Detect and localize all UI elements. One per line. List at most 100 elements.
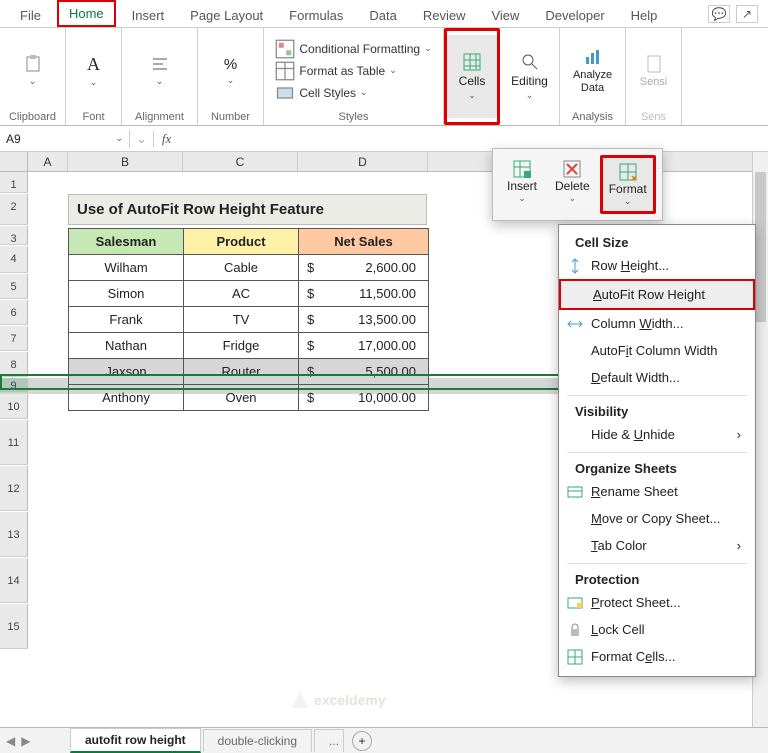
sheet-tab-bar: ◀ ▶ autofit row height double-clicking .… [0,727,768,753]
ribbon-tabs: File Home Insert Page Layout Formulas Da… [0,0,768,28]
lock-icon [567,622,583,638]
number-icon: % [224,56,237,73]
menu-default-width[interactable]: Default Width... [559,364,755,391]
menu-tab-color[interactable]: Tab Color› [559,532,755,559]
tab-file[interactable]: File [10,4,51,27]
delete-cells-button[interactable]: Delete⌄ [549,155,596,214]
delete-icon [562,159,582,179]
sheet-tab-more[interactable]: ... [314,729,344,752]
group-styles-label: Styles [339,111,369,123]
group-analysis-label: Analysis [572,111,613,123]
menu-move-copy-sheet[interactable]: Move or Copy Sheet... [559,505,755,532]
tab-view[interactable]: View [481,4,529,27]
row-header[interactable]: 1 [0,172,28,193]
sheet-tab[interactable]: double-clicking [203,729,312,752]
group-sens-label: Sens [641,111,666,123]
chevron-right-icon: › [737,427,741,442]
editing-button[interactable]: Editing⌄ [505,32,555,121]
format-cells-button[interactable]: Format⌄ [600,155,656,214]
row-header[interactable]: 12 [0,466,28,511]
group-clipboard-label: Clipboard [9,111,56,123]
col-header[interactable]: B [68,152,183,171]
clipboard-icon [23,54,43,74]
tab-formulas[interactable]: Formulas [279,4,353,27]
menu-column-width[interactable]: Column Width... [559,310,755,337]
page-title: Use of AutoFit Row Height Feature [68,194,427,225]
menu-section-cell-size: Cell Size [559,231,755,252]
table-row: JaxsonRouter$5,500.00 [69,359,429,385]
table-row: SimonAC$11,500.00 [69,281,429,307]
th-netsales: Net Sales [299,229,429,255]
analyze-data-button[interactable]: Analyze Data [567,32,618,109]
fx-cancel-icon: ⌄ [130,131,154,147]
format-menu: Cell Size Row Height... AutoFit Row Heig… [558,224,756,677]
row-header[interactable]: 2 [0,194,28,225]
cell-styles-button[interactable]: Cell Styles⌄ [275,83,367,103]
table-row: AnthonyOven$10,000.00 [69,385,429,411]
alignment-icon [150,54,170,74]
protect-icon [567,595,583,611]
menu-section-visibility: Visibility [559,400,755,421]
name-box[interactable]: A9⌄ [0,130,130,148]
analyze-icon [583,47,603,67]
row-header[interactable]: 15 [0,604,28,649]
menu-autofit-row-height[interactable]: AutoFit Row Height [559,279,755,310]
row-header[interactable]: 6 [0,300,28,325]
table-row: FrankTV$13,500.00 [69,307,429,333]
row-header[interactable]: 10 [0,394,28,419]
col-header[interactable]: A [28,152,68,171]
col-header[interactable]: C [183,152,298,171]
font-icon: A [87,54,100,75]
format-as-table-button[interactable]: Format as Table⌄ [275,61,396,81]
row-header[interactable]: 5 [0,274,28,299]
format-cells-icon [567,649,583,665]
sheet-nav-prev-icon[interactable]: ◀ [6,734,15,748]
tab-home[interactable]: Home [57,0,116,27]
tab-data[interactable]: Data [359,4,406,27]
row-header[interactable]: 11 [0,420,28,465]
menu-autofit-column-width[interactable]: AutoFit Column Width [559,337,755,364]
menu-row-height[interactable]: Row Height... [559,252,755,279]
tab-developer[interactable]: Developer [535,4,614,27]
menu-protect-sheet[interactable]: Protect Sheet... [559,589,755,616]
col-header[interactable]: D [298,152,428,171]
menu-lock-cell[interactable]: Lock Cell [559,616,755,643]
row-header[interactable]: 13 [0,512,28,557]
row-header[interactable]: 3 [0,226,28,245]
comments-icon[interactable]: 💬 [708,5,730,23]
format-icon [618,162,638,182]
row-header[interactable]: 14 [0,558,28,603]
th-product: Product [184,229,299,255]
row-header[interactable]: 8 [0,352,28,377]
row-header[interactable]: 7 [0,326,28,351]
tab-insert[interactable]: Insert [122,4,175,27]
sheet-tab-active[interactable]: autofit row height [70,728,201,753]
rename-icon [567,484,583,500]
row-height-icon [567,258,583,274]
tab-page-layout[interactable]: Page Layout [180,4,273,27]
share-icon[interactable]: ↗ [736,5,758,23]
formula-bar[interactable] [179,130,768,148]
group-font-label: Font [82,111,104,123]
th-salesman: Salesman [69,229,184,255]
sensitivity-button[interactable]: Sensi [629,32,679,109]
menu-hide-unhide[interactable]: Hide & Unhide› [559,421,755,448]
menu-format-cells-dialog[interactable]: Format Cells... [559,643,755,670]
insert-cells-button[interactable]: Insert⌄ [499,155,545,214]
conditional-formatting-button[interactable]: Conditional Formatting⌄ [275,39,431,59]
ribbon: ⌄ Clipboard A⌄ Font ⌄ Alignment %⌄ Numbe… [0,28,768,126]
cells-button[interactable]: Cells⌄ [447,35,497,118]
fx-icon[interactable]: fx [154,131,179,147]
select-all-triangle[interactable] [0,152,28,171]
row-header[interactable]: 4 [0,246,28,273]
find-icon [520,52,540,72]
sensitivity-icon [644,54,664,74]
new-sheet-button[interactable]: + [352,731,372,751]
row-header[interactable]: 9 [0,378,28,393]
tab-review[interactable]: Review [413,4,476,27]
sheet-nav-next-icon[interactable]: ▶ [21,734,30,748]
menu-section-organize: Organize Sheets [559,457,755,478]
tab-help[interactable]: Help [621,4,668,27]
menu-rename-sheet[interactable]: Rename Sheet [559,478,755,505]
table-row: WilhamCable$2,600.00 [69,255,429,281]
